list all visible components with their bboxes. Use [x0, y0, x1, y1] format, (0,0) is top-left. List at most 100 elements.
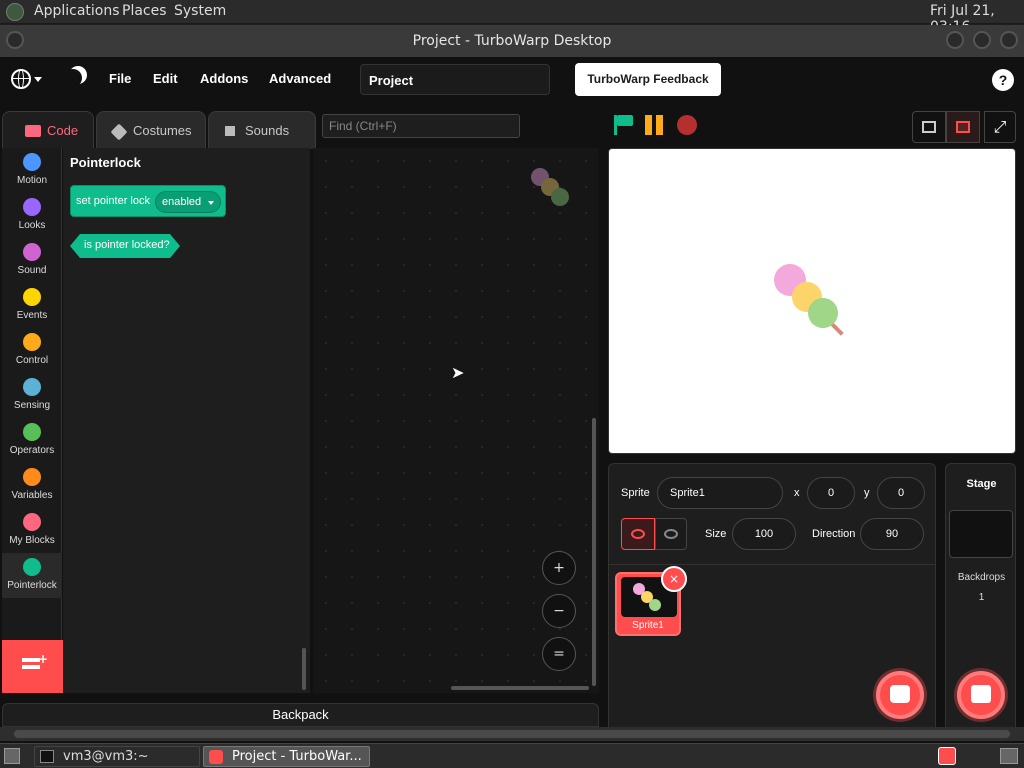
- sprite-name-input[interactable]: Sprite1: [657, 477, 783, 509]
- applications-menu[interactable]: Applications: [34, 3, 120, 19]
- category-label: My Blocks: [9, 535, 55, 546]
- chevron-down-icon[interactable]: [34, 77, 42, 82]
- direction-input[interactable]: 90: [860, 518, 924, 550]
- stage-title: Stage: [966, 478, 997, 490]
- close-icon[interactable]: [1000, 31, 1018, 49]
- brush-icon: [110, 123, 128, 141]
- category-label: Sound: [17, 265, 47, 276]
- maximize-icon[interactable]: [973, 31, 991, 49]
- choose-backdrop-button[interactable]: [957, 671, 1005, 719]
- zoom-out-icon[interactable]: −: [542, 594, 576, 628]
- category-label: Pointerlock: [7, 580, 57, 591]
- fullscreen-icon[interactable]: ⤢: [984, 111, 1016, 143]
- category-menu: Motion Looks Sound Events Control Sensin…: [2, 148, 63, 693]
- editor: Code Costumes Sounds Find (Ctrl+F) ⤢ Mot…: [0, 103, 1024, 743]
- pointerlock-dot-icon: [23, 558, 41, 576]
- workspace-hscrollbar[interactable]: [451, 686, 589, 690]
- tab-sounds-label: Sounds: [245, 123, 290, 138]
- dropdown-value: enabled: [162, 196, 202, 208]
- pause-icon-bar[interactable]: [656, 115, 663, 135]
- is-pointer-locked-block[interactable]: is pointer locked?: [70, 234, 180, 258]
- eye-hidden-icon: [664, 529, 678, 539]
- tray-turbowarp-icon[interactable]: [938, 747, 956, 765]
- category-sound[interactable]: Sound: [2, 238, 62, 283]
- control-dot-icon: [23, 333, 41, 351]
- motion-dot-icon: [23, 153, 41, 171]
- pause-icon[interactable]: [645, 115, 652, 135]
- delete-sprite-icon[interactable]: ×: [661, 566, 687, 592]
- stage-canvas[interactable]: [608, 148, 1016, 454]
- add-extension-button[interactable]: +: [2, 640, 63, 693]
- taskbar-app-label: Project - TurboWar...: [232, 749, 362, 764]
- stop-icon[interactable]: [677, 115, 697, 135]
- backdrops-count: 1: [978, 592, 985, 603]
- category-pointerlock[interactable]: Pointerlock: [2, 553, 62, 598]
- window-title-bar[interactable]: Project - TurboWarp Desktop: [0, 25, 1024, 57]
- large-stage-button[interactable]: [946, 111, 980, 143]
- sprite-tile[interactable]: Sprite1 ×: [615, 566, 687, 636]
- size-input[interactable]: 100: [732, 518, 796, 550]
- y-input[interactable]: 0: [877, 477, 925, 509]
- workspace-switcher-icon[interactable]: [1000, 748, 1018, 764]
- terminal-icon: [40, 750, 54, 763]
- language-globe-icon[interactable]: [11, 69, 31, 89]
- category-looks[interactable]: Looks: [2, 193, 62, 238]
- tab-costumes-label: Costumes: [133, 123, 192, 138]
- category-operators[interactable]: Operators: [2, 418, 62, 463]
- hide-sprite-button[interactable]: [655, 518, 687, 550]
- edit-menu[interactable]: Edit: [153, 71, 178, 86]
- category-control[interactable]: Control: [2, 328, 62, 373]
- sprite-dango[interactable]: [774, 264, 854, 344]
- backdrop-thumbnail[interactable]: [949, 510, 1013, 558]
- palette-scrollbar[interactable]: [302, 648, 306, 690]
- taskbar-turbowarp[interactable]: Project - TurboWar...: [203, 746, 370, 767]
- zoom-in-icon[interactable]: +: [542, 551, 576, 585]
- choose-sprite-button[interactable]: [876, 671, 924, 719]
- theme-moon-icon[interactable]: [64, 69, 82, 87]
- tab-code-label: Code: [47, 123, 79, 138]
- backdrops-label: Backdrops: [957, 572, 1006, 583]
- zoom-reset-icon[interactable]: =: [542, 637, 576, 671]
- pointer-lock-dropdown[interactable]: enabled: [155, 191, 221, 213]
- window-title: Project - TurboWarp Desktop: [412, 33, 612, 49]
- category-label: Operators: [9, 445, 55, 456]
- feedback-button[interactable]: TurboWarp Feedback: [575, 63, 721, 96]
- window-hscrollbar[interactable]: [0, 727, 1024, 741]
- file-menu[interactable]: File: [109, 71, 131, 86]
- category-events[interactable]: Events: [2, 283, 62, 328]
- sprite-label: Sprite: [621, 487, 650, 499]
- addons-menu[interactable]: Addons: [200, 71, 248, 86]
- category-sensing[interactable]: Sensing: [2, 373, 62, 418]
- code-workspace[interactable]: ➤ + − =: [313, 148, 599, 693]
- tab-sounds[interactable]: Sounds: [208, 111, 316, 149]
- window-menu-icon[interactable]: [6, 31, 24, 49]
- minimize-icon[interactable]: [946, 31, 964, 49]
- x-input[interactable]: 0: [807, 477, 855, 509]
- green-flag-icon[interactable]: [614, 115, 634, 135]
- workspace-vscrollbar[interactable]: [592, 418, 596, 686]
- chevron-down-icon: [208, 201, 214, 205]
- gnome-foot-icon[interactable]: [6, 3, 24, 21]
- looks-dot-icon: [23, 198, 41, 216]
- backpack-header[interactable]: Backpack: [2, 703, 599, 727]
- advanced-menu[interactable]: Advanced: [269, 71, 331, 86]
- show-desktop-icon[interactable]: [4, 748, 20, 764]
- project-title-input[interactable]: Project: [360, 64, 550, 95]
- places-menu[interactable]: Places: [122, 3, 167, 19]
- set-pointer-lock-block[interactable]: set pointer lock enabled: [70, 185, 226, 217]
- tab-code[interactable]: Code: [2, 111, 94, 149]
- category-label: Control: [15, 355, 49, 366]
- show-sprite-button[interactable]: [621, 518, 655, 550]
- category-my-blocks[interactable]: My Blocks: [2, 508, 62, 553]
- system-menu[interactable]: System: [174, 3, 226, 19]
- small-stage-button[interactable]: [912, 111, 946, 143]
- operators-dot-icon: [23, 423, 41, 441]
- category-variables[interactable]: Variables: [2, 463, 62, 508]
- block-palette: Pointerlock set pointer lock enabled is …: [63, 148, 310, 693]
- category-motion[interactable]: Motion: [2, 148, 62, 193]
- tab-costumes[interactable]: Costumes: [96, 111, 206, 149]
- taskbar-terminal[interactable]: vm3@vm3:~: [34, 746, 200, 767]
- stage-selector-panel[interactable]: Stage Backdrops 1: [945, 463, 1016, 733]
- help-icon[interactable]: ?: [992, 69, 1014, 91]
- find-input[interactable]: Find (Ctrl+F): [322, 114, 520, 138]
